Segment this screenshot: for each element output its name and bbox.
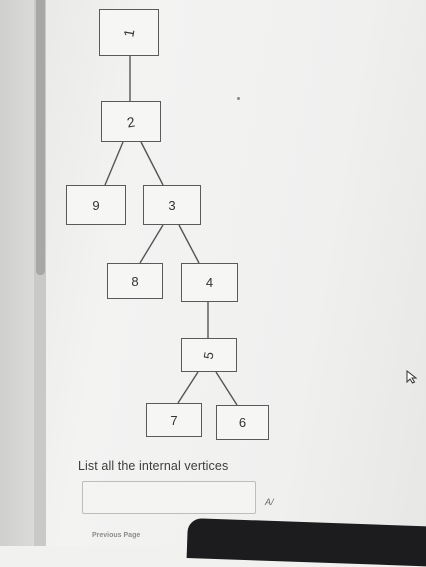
edge-3-4 (178, 224, 200, 264)
edge-2-3 (140, 141, 164, 186)
spellcheck-icon[interactable]: A/ (265, 497, 274, 507)
tree-node-3: 3 (143, 185, 201, 225)
edge-2-9 (104, 141, 124, 186)
previous-page-link[interactable]: Previous Page (92, 532, 140, 539)
tree-node-9: 9 (66, 185, 126, 225)
node-label: 8 (131, 273, 139, 289)
node-label: 1 (120, 27, 138, 38)
edge-3-8 (139, 224, 164, 264)
node-label: 7 (170, 412, 178, 428)
node-label: 3 (168, 197, 176, 213)
tree-node-2: 2 (101, 101, 161, 142)
edge-5-6 (215, 371, 238, 406)
tree-diagram (104, 56, 238, 406)
tree-node-5: 5 (181, 338, 237, 372)
node-label: 6 (238, 415, 247, 430)
tree-node-8: 8 (107, 263, 163, 299)
question-prompt: List all the internal vertices (78, 459, 229, 473)
node-label: 9 (92, 197, 100, 213)
device-bezel (186, 518, 426, 567)
node-label: 5 (200, 350, 218, 360)
answer-input[interactable] (82, 481, 256, 514)
edge-5-7 (177, 371, 199, 404)
tree-node-6: 6 (216, 405, 269, 440)
tree-node-7: 7 (146, 403, 202, 437)
node-label: 4 (205, 275, 214, 290)
tree-node-1: 1 (99, 9, 159, 56)
tree-node-4: 4 (181, 263, 238, 302)
node-label: 2 (125, 112, 137, 131)
mouse-pointer-icon (406, 370, 418, 384)
quiz-page: 1 2 9 3 8 4 5 7 6 List all the internal … (0, 0, 426, 567)
